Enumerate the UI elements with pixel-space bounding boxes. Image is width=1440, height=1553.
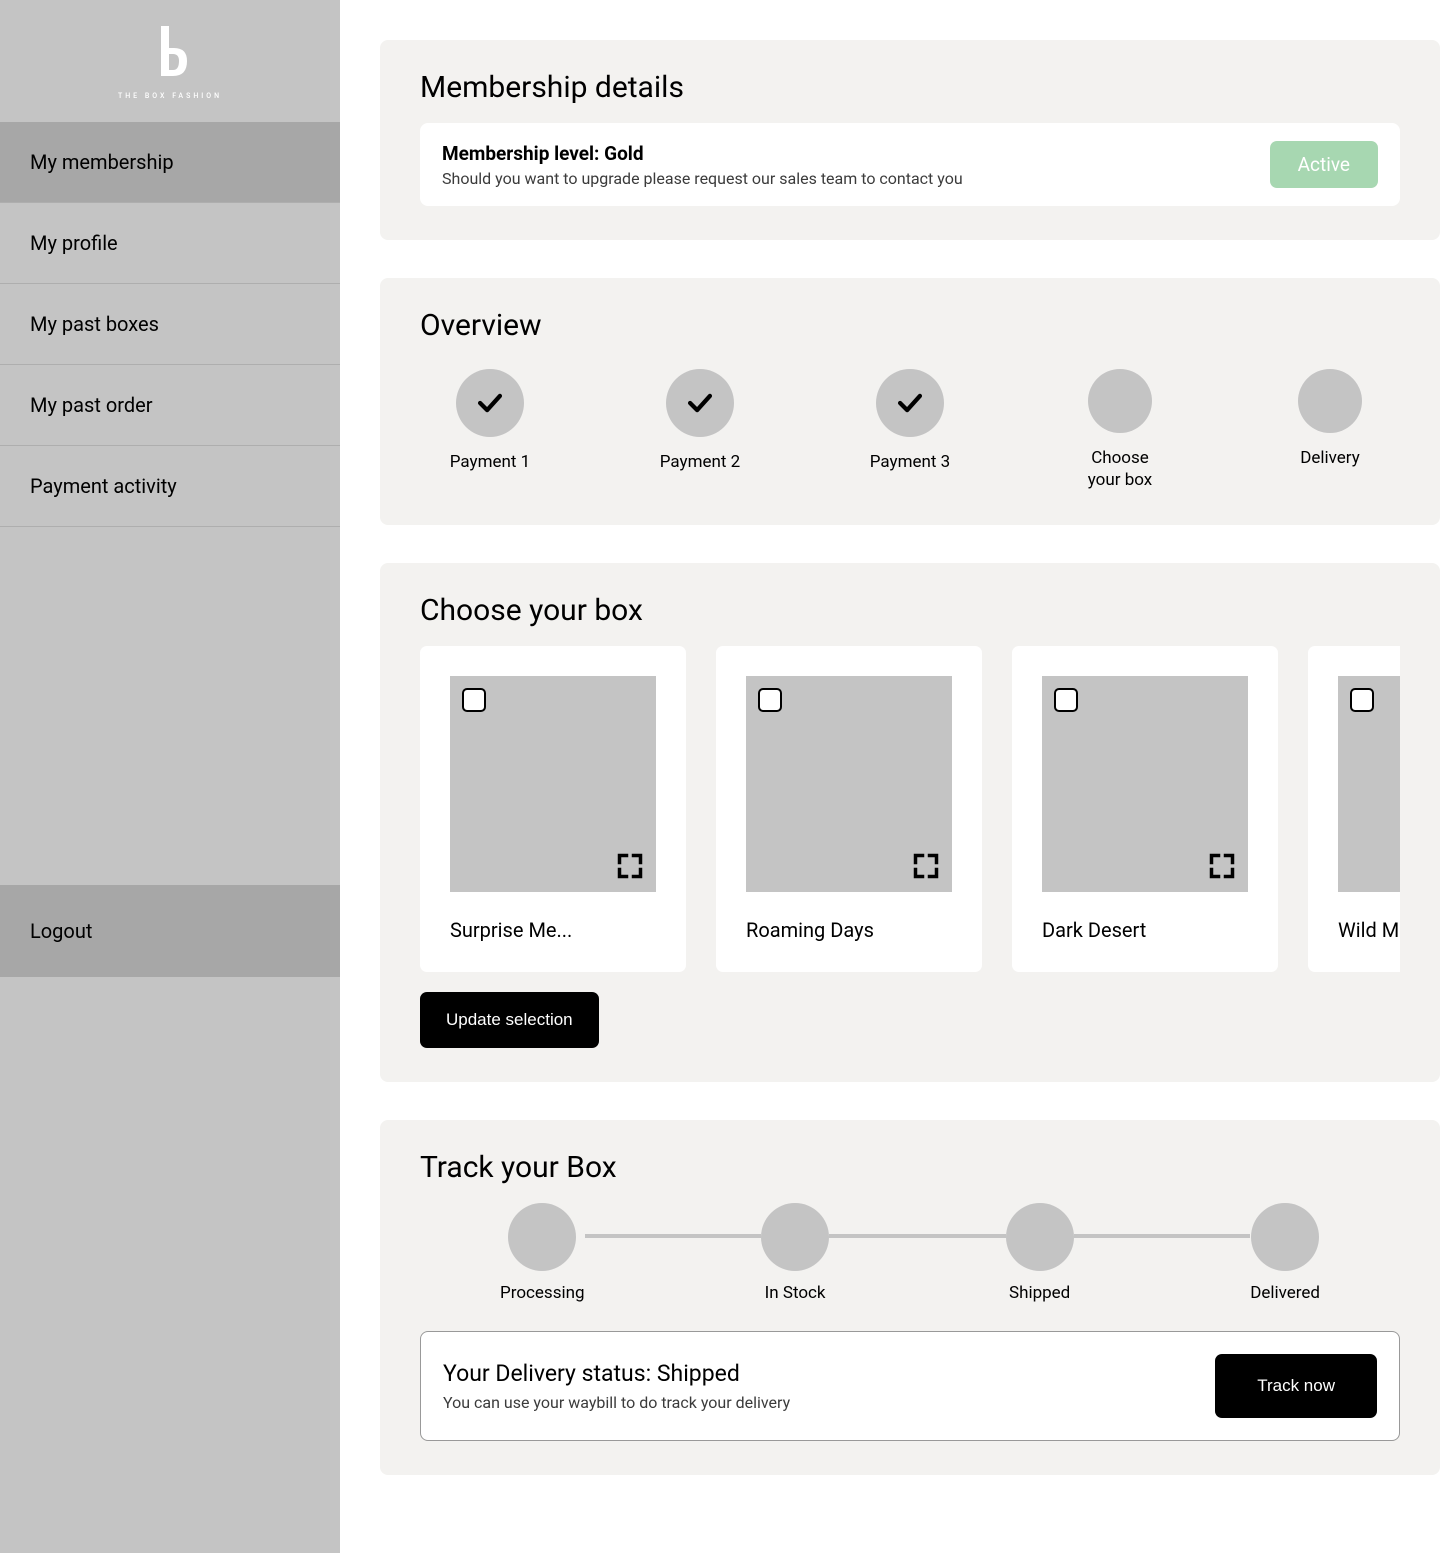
sidebar-nav: My membership My profile My past boxes M…: [0, 122, 340, 527]
overview-step-circle: [1088, 369, 1152, 433]
sidebar-item-my-membership[interactable]: My membership: [0, 122, 340, 203]
box-name: Dark Desert: [1042, 918, 1248, 942]
check-icon: [893, 386, 927, 420]
fullscreen-icon[interactable]: [912, 852, 940, 880]
sidebar-item-my-past-boxes[interactable]: My past boxes: [0, 284, 340, 365]
box-image: [450, 676, 656, 892]
sidebar-item-my-past-order[interactable]: My past order: [0, 365, 340, 446]
membership-subtext: Should you want to upgrade please reques…: [442, 169, 963, 188]
overview-steps: Payment 1 Payment 2 Payment 3 Choos: [420, 369, 1400, 491]
sidebar: THE BOX FASHION My membership My profile…: [0, 0, 340, 1553]
membership-panel: Membership details Membership level: Gol…: [380, 40, 1440, 240]
overview-step-label: Payment 1: [430, 451, 550, 473]
overview-step-circle: [666, 369, 734, 437]
box-name: Surprise Me...: [450, 918, 656, 942]
track-panel: Track your Box Processing In Stock Shipp…: [380, 1120, 1440, 1475]
delivery-status-subtext: You can use your waybill to do track you…: [443, 1393, 790, 1412]
overview-step-payment-2: Payment 2: [640, 369, 760, 491]
overview-step-choose-box: Choose your box: [1060, 369, 1180, 491]
track-step-label: In Stock: [761, 1283, 829, 1303]
overview-step-delivery: Delivery: [1270, 369, 1390, 491]
box-image: [1042, 676, 1248, 892]
delivery-status-title: Your Delivery status: Shipped: [443, 1360, 790, 1387]
box-select-checkbox[interactable]: [462, 688, 486, 712]
fullscreen-icon[interactable]: [1208, 852, 1236, 880]
sidebar-item-payment-activity[interactable]: Payment activity: [0, 446, 340, 527]
sidebar-item-my-profile[interactable]: My profile: [0, 203, 340, 284]
choose-box-panel: Choose your box Surprise Me...: [380, 563, 1440, 1082]
box-card: Wild Moc: [1308, 646, 1400, 972]
track-connector: [585, 1234, 762, 1238]
track-step-circle: [1006, 1203, 1074, 1271]
logo-icon: [139, 20, 201, 82]
track-connector: [829, 1234, 1006, 1238]
brand-logo: THE BOX FASHION: [0, 0, 340, 122]
box-list: Surprise Me... Roaming Days: [420, 646, 1400, 972]
overview-step-circle: [456, 369, 524, 437]
overview-step-circle: [876, 369, 944, 437]
box-card: Surprise Me...: [420, 646, 686, 972]
box-image: [1338, 676, 1400, 892]
track-connector: [1074, 1234, 1251, 1238]
track-step-label: Processing: [500, 1283, 585, 1303]
fullscreen-icon[interactable]: [616, 852, 644, 880]
track-now-button[interactable]: Track now: [1215, 1354, 1377, 1418]
overview-step-label: Choose your box: [1060, 447, 1180, 491]
overview-step-label: Delivery: [1270, 447, 1390, 469]
box-select-checkbox[interactable]: [758, 688, 782, 712]
membership-card: Membership level: Gold Should you want t…: [420, 123, 1400, 206]
overview-step-label: Payment 2: [640, 451, 760, 473]
track-step-label: Delivered: [1250, 1283, 1320, 1303]
track-step-circle: [1251, 1203, 1319, 1271]
box-name: Roaming Days: [746, 918, 952, 942]
membership-level: Membership level: Gold: [442, 142, 963, 165]
box-select-checkbox[interactable]: [1054, 688, 1078, 712]
membership-status-badge: Active: [1270, 141, 1378, 188]
check-icon: [683, 386, 717, 420]
box-name: Wild Moc: [1338, 918, 1400, 942]
box-card: Dark Desert: [1012, 646, 1278, 972]
track-step-label: Shipped: [1006, 1283, 1074, 1303]
update-selection-button[interactable]: Update selection: [420, 992, 599, 1048]
overview-step-payment-1: Payment 1: [430, 369, 550, 491]
brand-subtitle: THE BOX FASHION: [0, 92, 340, 100]
check-icon: [473, 386, 507, 420]
track-step-processing: Processing: [500, 1203, 585, 1303]
overview-step-label: Payment 3: [850, 451, 970, 473]
track-step-circle: [761, 1203, 829, 1271]
track-step-delivered: Delivered: [1250, 1203, 1320, 1303]
overview-step-payment-3: Payment 3: [850, 369, 970, 491]
track-step-circle: [508, 1203, 576, 1271]
box-select-checkbox[interactable]: [1350, 688, 1374, 712]
logout-button[interactable]: Logout: [0, 885, 340, 977]
track-steps: Processing In Stock Shipped Delivered: [500, 1203, 1320, 1303]
delivery-status-card: Your Delivery status: Shipped You can us…: [420, 1331, 1400, 1441]
membership-section-title: Membership details: [420, 70, 1400, 105]
overview-panel: Overview Payment 1 Payment 2: [380, 278, 1440, 525]
track-section-title: Track your Box: [420, 1150, 1400, 1185]
main-content: Membership details Membership level: Gol…: [340, 0, 1440, 1553]
track-step-in-stock: In Stock: [761, 1203, 829, 1303]
overview-section-title: Overview: [420, 308, 1400, 343]
box-image: [746, 676, 952, 892]
box-card: Roaming Days: [716, 646, 982, 972]
track-step-shipped: Shipped: [1006, 1203, 1074, 1303]
overview-step-circle: [1298, 369, 1362, 433]
choose-box-section-title: Choose your box: [420, 593, 1400, 628]
